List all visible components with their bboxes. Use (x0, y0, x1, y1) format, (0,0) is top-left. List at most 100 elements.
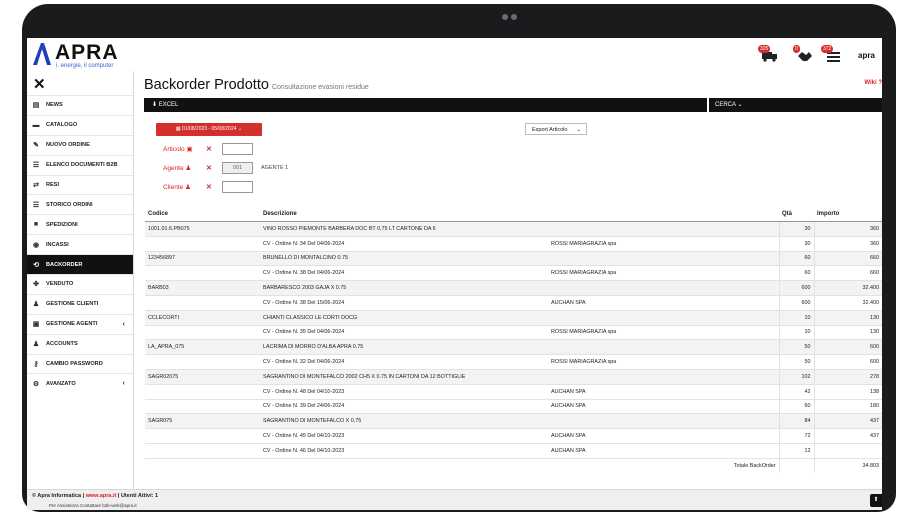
cell-code: 123456897 (145, 251, 260, 267)
cell-code (145, 428, 260, 444)
sidebar-item-label: NEWS (46, 102, 63, 109)
table-row[interactable]: LA_APRA_075 LACRIMA DI MORRO D'ALBA APRA … (145, 339, 882, 356)
cell-qty: 84 (778, 413, 815, 430)
table-row[interactable]: SAGR02075 SAGRANTINO DI MONTEFALCO 2002 C… (145, 369, 882, 385)
cell-description: BRUNELLO DI MONTALCINO 0.75 (260, 251, 548, 267)
cell-qty (778, 458, 815, 473)
cell-description: CV - Ordine N. 32 Del 04/06-2024 (260, 354, 548, 370)
wiki-link[interactable]: Wiki ? (864, 80, 882, 86)
cell-qty: 600 (778, 280, 815, 296)
cell-importo: 360 (814, 221, 882, 237)
clear-cliente-button[interactable]: ✕ (206, 183, 212, 191)
clear-agente-button[interactable]: ✕ (206, 164, 212, 172)
table-row[interactable]: CV - Ordine N. 34 Del 04/06-2024 ROSSI MA… (145, 236, 882, 252)
export-select[interactable]: Export Articolo ⌄ (525, 123, 587, 135)
sidebar-nav: ▤ NEWS ▬ CATALOGO ✎ NUOVO ORDINE ☰ ELENCO DO… (27, 95, 133, 393)
sidebar-item-label: ELENCO DOCUMENTI B2B (46, 162, 118, 169)
sidebar-item-resi[interactable]: ⇄ RESI (27, 174, 133, 195)
cell-importo: 180 (814, 399, 882, 415)
sidebar-item-label: VENDUTO (46, 281, 74, 288)
cell-client (548, 369, 779, 385)
cell-description: CV - Ordine N. 38 Del 15/06-2024 (260, 295, 548, 311)
sidebar-item-venduto[interactable]: ✤ VENDUTO (27, 274, 133, 294)
laptop-frame: APRA i. energie, il computer 325 0 372 a… (0, 0, 900, 515)
col-qta[interactable]: Qtà (779, 207, 814, 222)
scroll-top-button[interactable]: ⬆ (870, 494, 882, 507)
cell-qty: 60 (778, 251, 815, 267)
cell-description: CV - Ordine N. 39 Del 24/06-2024 (260, 399, 548, 415)
table-row[interactable]: CV - Ordine N. 38 Del 04/06-2024 ROSSI MA… (145, 265, 882, 282)
cell-client: AUCHAN SPA (548, 295, 779, 311)
col-codice[interactable]: Codice (145, 207, 260, 222)
cell-importo: 138 (814, 384, 882, 400)
user-menu[interactable]: apra (858, 51, 875, 60)
sidebar-item-nuovo-ordine[interactable]: ✎ NUOVO ORDINE (27, 134, 133, 155)
cell-qty: 50 (778, 339, 815, 356)
sidebar-item-cambio-password[interactable]: ⚷ CAMBIO PASSWORD (27, 353, 133, 374)
table-row[interactable]: CV - Ordine N. 45 Del 04/10-2023 AUCHAN S… (145, 428, 882, 444)
cell-qty: 12 (778, 443, 815, 459)
notifications-button[interactable]: 325 (758, 45, 778, 62)
col-importo[interactable]: Importo (814, 207, 882, 222)
table-row[interactable]: CV - Ordine N. 46 Del 04/10-2023 AUCHAN S… (145, 443, 882, 459)
excel-export-button[interactable]: ⬇ EXCEL (144, 98, 707, 112)
clear-articolo-button[interactable]: ✕ (206, 145, 212, 153)
chevron-down-icon: ⌄ (735, 102, 743, 108)
footer-assistance: Per Assistenza Contattare b2b-web@apra.i… (49, 503, 137, 508)
sidebar-item-incassi[interactable]: ◉ INCASSI (27, 234, 133, 254)
total-row: Totale BackOrder 34.803 (145, 458, 882, 473)
main-content: Backorder Prodotto Consultazione evasioni… (134, 71, 882, 489)
cliente-input[interactable] (222, 181, 253, 193)
articolo-input[interactable] (222, 143, 253, 155)
top-header: APRA i. energie, il computer 325 0 372 a… (27, 38, 882, 72)
cell-client: ROSSI MARIAGRAZIA spa (548, 325, 779, 341)
sidebar-item-news[interactable]: ▤ NEWS (27, 95, 133, 115)
cart-button[interactable]: 372 (821, 45, 841, 62)
agente-input[interactable]: 001 (222, 162, 253, 174)
cell-client: ROSSI MARIAGRAZIA spa (548, 265, 779, 282)
cell-importo: 600 (814, 354, 882, 370)
cell-client (548, 221, 779, 237)
sidebar-item-backorder[interactable]: ⟲ BACKORDER (27, 254, 133, 275)
sidebar-item-catalogo[interactable]: ▬ CATALOGO (27, 114, 133, 135)
cell-qty: 72 (778, 428, 815, 444)
articolo-label-text: Articolo (163, 146, 185, 153)
sidebar-item-gestione-agenti[interactable]: ▣ GESTIONE AGENTI ‹ (27, 313, 133, 334)
chevron-left-icon: ‹ (122, 320, 125, 328)
cell-code: LA_APRA_075 (145, 339, 260, 356)
cell-qty: 10 (778, 325, 815, 341)
search-toggle-button[interactable]: CERCA ⌄ (709, 98, 882, 112)
table-row[interactable]: 1001.01.6.PB075 VINO ROSSO PIEMONTE BARBE… (145, 221, 882, 237)
cell-code (145, 384, 260, 400)
table-row[interactable]: SAGR075 SAGRANTINO DI MONTEFALCO X 0,75 84… (145, 413, 882, 430)
table-row[interactable]: 123456897 BRUNELLO DI MONTALCINO 0.75 60 66… (145, 251, 882, 267)
sidebar-item-gestione-clienti[interactable]: ♟ GESTIONE CLIENTI (27, 293, 133, 314)
sidebar-item-elenco-documenti[interactable]: ☰ ELENCO DOCUMENTI B2B (27, 154, 133, 175)
table-row[interactable]: CV - Ordine N. 48 Del 04/10-2023 AUCHAN S… (145, 384, 882, 400)
sidebar-item-label: BACKORDER (46, 261, 83, 268)
table-row[interactable]: CV - Ordine N. 39 Del 24/06-2024 AUCHAN S… (145, 399, 882, 415)
col-descrizione[interactable]: Descrizione (260, 207, 548, 222)
date-range-picker[interactable]: ▦ 01/08/2023 - 05/08/2024 ⌄ (156, 123, 262, 136)
pencil-icon: ✎ (33, 142, 39, 150)
site-link[interactable]: www.apra.it (86, 493, 117, 499)
sidebar-item-storico-ordini[interactable]: ☰ STORICO ORDINI (27, 194, 133, 214)
table-row[interactable]: CV - Ordine N. 38 Del 15/06-2024 AUCHAN S… (145, 295, 882, 311)
table-row[interactable]: CCLECORTI CHIANTI CLASSICO LE CORTI DOCG 1… (145, 310, 882, 326)
user-icon: ♟ (32, 301, 40, 309)
table-header-row: Codice Descrizione Qtà Importo (145, 207, 882, 222)
sidebar-item-accounts[interactable]: ♟ ACCOUNTS (27, 333, 133, 354)
messages-button[interactable]: 0 (793, 45, 813, 61)
app-screen: APRA i. energie, il computer 325 0 372 a… (27, 38, 882, 510)
table-row[interactable]: CV - Ordine N. 35 Del 04/06-2024 ROSSI MA… (145, 325, 882, 341)
cell-client (548, 280, 779, 296)
table-row[interactable]: CV - Ordine N. 32 Del 04/06-2024 ROSSI MA… (145, 354, 882, 370)
sidebar-item-spedizioni[interactable]: ■ SPEDIZIONI (27, 214, 133, 234)
sidebar-item-avanzato[interactable]: ⚙ AVANZATO ‹ (27, 373, 133, 393)
cell-importo (814, 443, 882, 459)
clear-icon: ✕ (206, 146, 212, 153)
table-row[interactable]: BARB03 BARBARESCO 2003 GAJA X 0.75 600 32.4… (145, 280, 882, 296)
close-sidebar-button[interactable]: ✕ (33, 77, 46, 92)
download-icon: ⬇ (152, 102, 159, 108)
cell-qty: 30 (778, 221, 815, 237)
